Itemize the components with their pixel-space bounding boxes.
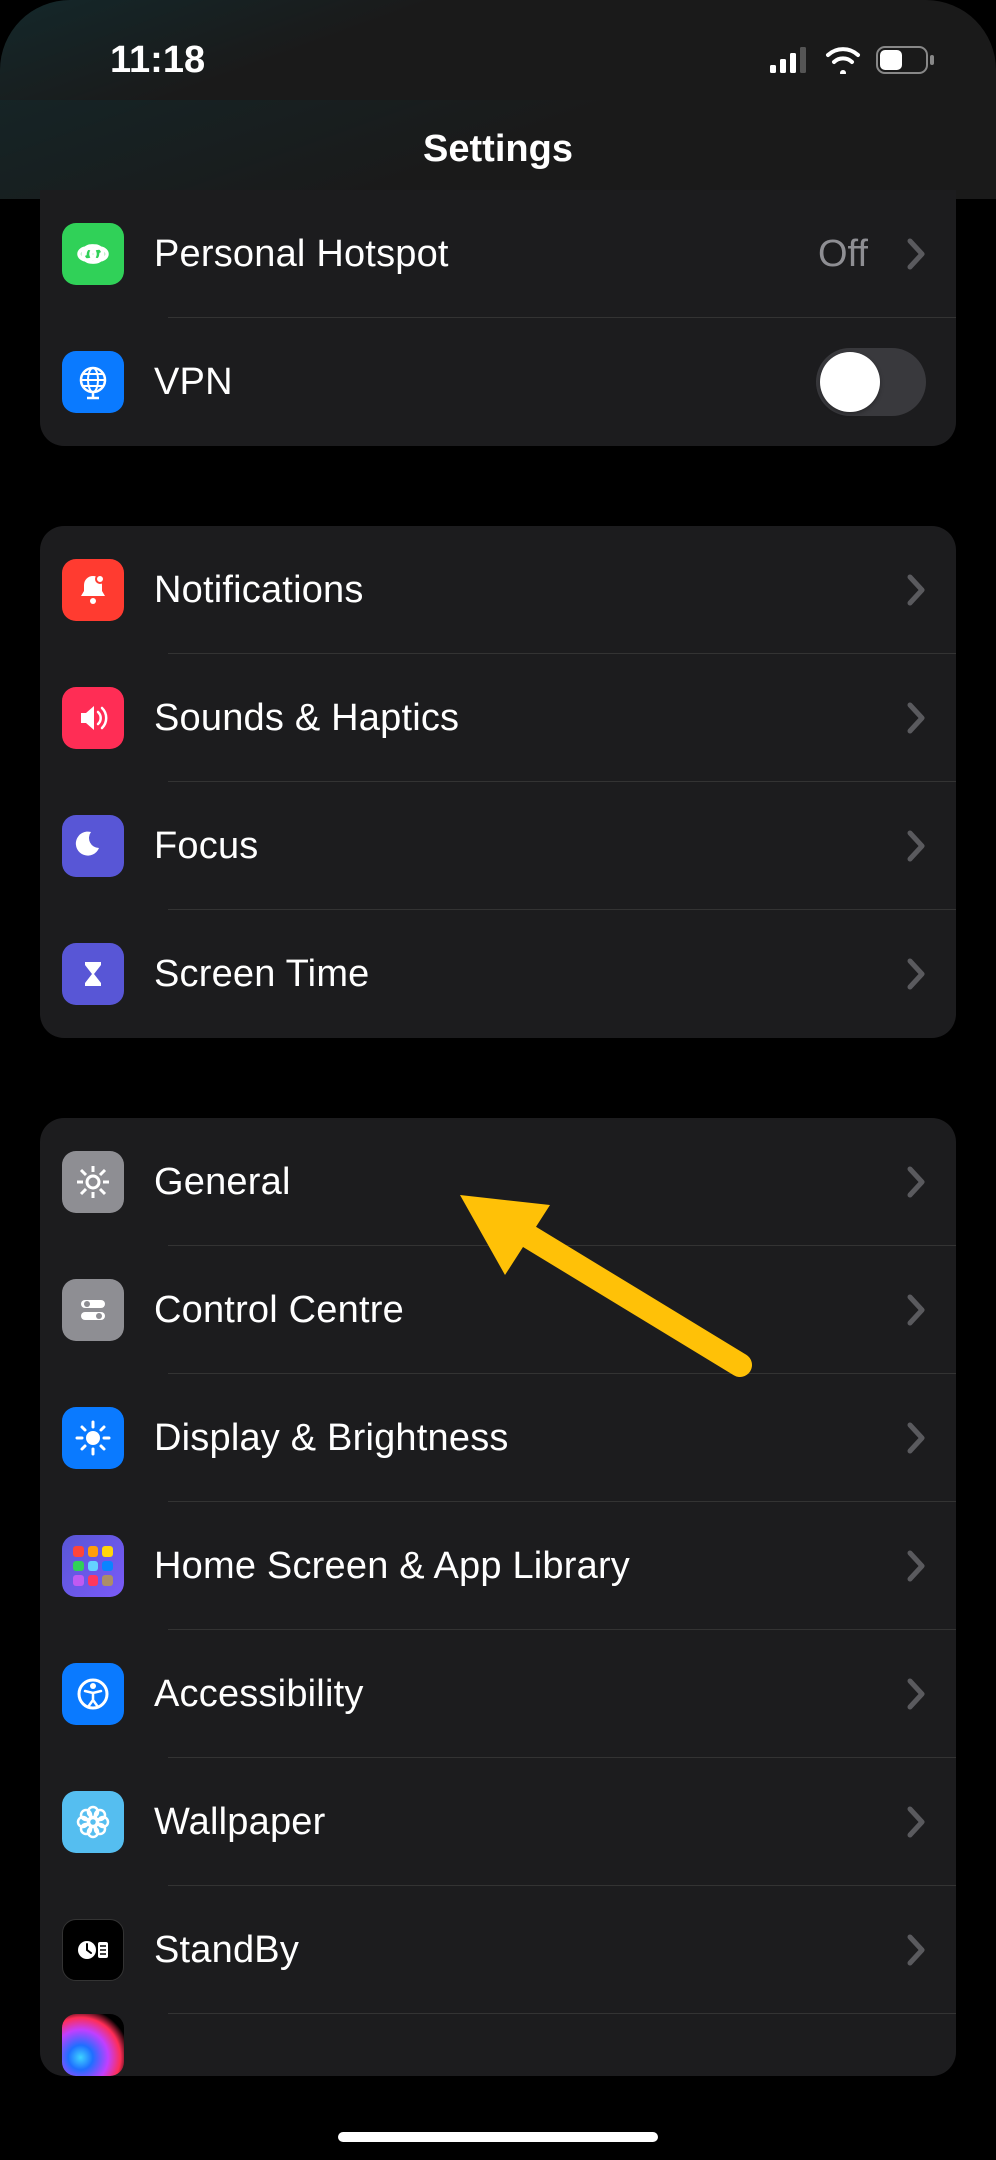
- row-label: Accessibility: [154, 1673, 868, 1716]
- settings-group-network: Personal Hotspot Off VPN: [40, 190, 956, 446]
- switches-icon: [62, 1279, 124, 1341]
- row-label: Personal Hotspot: [154, 233, 788, 276]
- chevron-right-icon: [906, 701, 926, 735]
- page-title: Settings: [423, 128, 573, 171]
- chevron-right-icon: [906, 957, 926, 991]
- row-label: VPN: [154, 361, 786, 404]
- row-general[interactable]: General: [40, 1118, 956, 1246]
- row-control-centre[interactable]: Control Centre: [40, 1246, 956, 1374]
- row-label: Home Screen & App Library: [154, 1545, 868, 1588]
- row-focus[interactable]: Focus: [40, 782, 956, 910]
- row-label: Notifications: [154, 569, 868, 612]
- chevron-right-icon: [906, 1293, 926, 1327]
- standby-icon: [62, 1919, 124, 1981]
- gear-icon: [62, 1151, 124, 1213]
- row-label: General: [154, 1161, 868, 1204]
- row-screen-time[interactable]: Screen Time: [40, 910, 956, 1038]
- row-label: Display & Brightness: [154, 1417, 868, 1460]
- sun-icon: [62, 1407, 124, 1469]
- row-wallpaper[interactable]: Wallpaper: [40, 1758, 956, 1886]
- row-sounds-haptics[interactable]: Sounds & Haptics: [40, 654, 956, 782]
- battery-icon: [876, 46, 936, 74]
- chevron-right-icon: [906, 1421, 926, 1455]
- cellular-icon: [770, 47, 810, 73]
- nav-header: Settings: [0, 100, 996, 200]
- row-label: Sounds & Haptics: [154, 697, 868, 740]
- bell-icon: [62, 559, 124, 621]
- wifi-icon: [824, 46, 862, 74]
- chevron-right-icon: [906, 237, 926, 271]
- row-display-brightness[interactable]: Display & Brightness: [40, 1374, 956, 1502]
- siri-icon: [62, 2014, 124, 2076]
- link-icon: [62, 223, 124, 285]
- chevron-right-icon: [906, 1549, 926, 1583]
- row-home-screen[interactable]: Home Screen & App Library: [40, 1502, 956, 1630]
- row-vpn[interactable]: VPN: [40, 318, 956, 446]
- row-notifications[interactable]: Notifications: [40, 526, 956, 654]
- row-standby[interactable]: StandBy: [40, 1886, 956, 2014]
- row-label: Focus: [154, 825, 868, 868]
- home-indicator[interactable]: [338, 2132, 658, 2142]
- row-label: Screen Time: [154, 953, 868, 996]
- speaker-icon: [62, 687, 124, 749]
- row-accessibility[interactable]: Accessibility: [40, 1630, 956, 1758]
- chevron-right-icon: [906, 1805, 926, 1839]
- status-bar: 11:18: [0, 0, 996, 100]
- vpn-toggle[interactable]: [816, 348, 926, 416]
- moon-icon: [62, 815, 124, 877]
- globe-icon: [62, 351, 124, 413]
- appgrid-icon: [62, 1535, 124, 1597]
- accessibility-icon: [62, 1663, 124, 1725]
- hourglass-icon: [62, 943, 124, 1005]
- row-personal-hotspot[interactable]: Personal Hotspot Off: [40, 190, 956, 318]
- row-label: Control Centre: [154, 1289, 868, 1332]
- chevron-right-icon: [906, 1933, 926, 1967]
- chevron-right-icon: [906, 829, 926, 863]
- flower-icon: [62, 1791, 124, 1853]
- chevron-right-icon: [906, 1165, 926, 1199]
- row-detail: Off: [818, 233, 868, 276]
- chevron-right-icon: [906, 1677, 926, 1711]
- status-time: 11:18: [110, 39, 205, 82]
- chevron-right-icon: [906, 573, 926, 607]
- row-siri-search[interactable]: [40, 2014, 956, 2076]
- status-icons: [770, 46, 936, 74]
- settings-group-notify: Notifications Sounds & Haptics Focus: [40, 526, 956, 1038]
- settings-group-system: General Control Centre Display & Brightn…: [40, 1118, 956, 2076]
- row-label: Wallpaper: [154, 1801, 868, 1844]
- row-label: StandBy: [154, 1929, 868, 1972]
